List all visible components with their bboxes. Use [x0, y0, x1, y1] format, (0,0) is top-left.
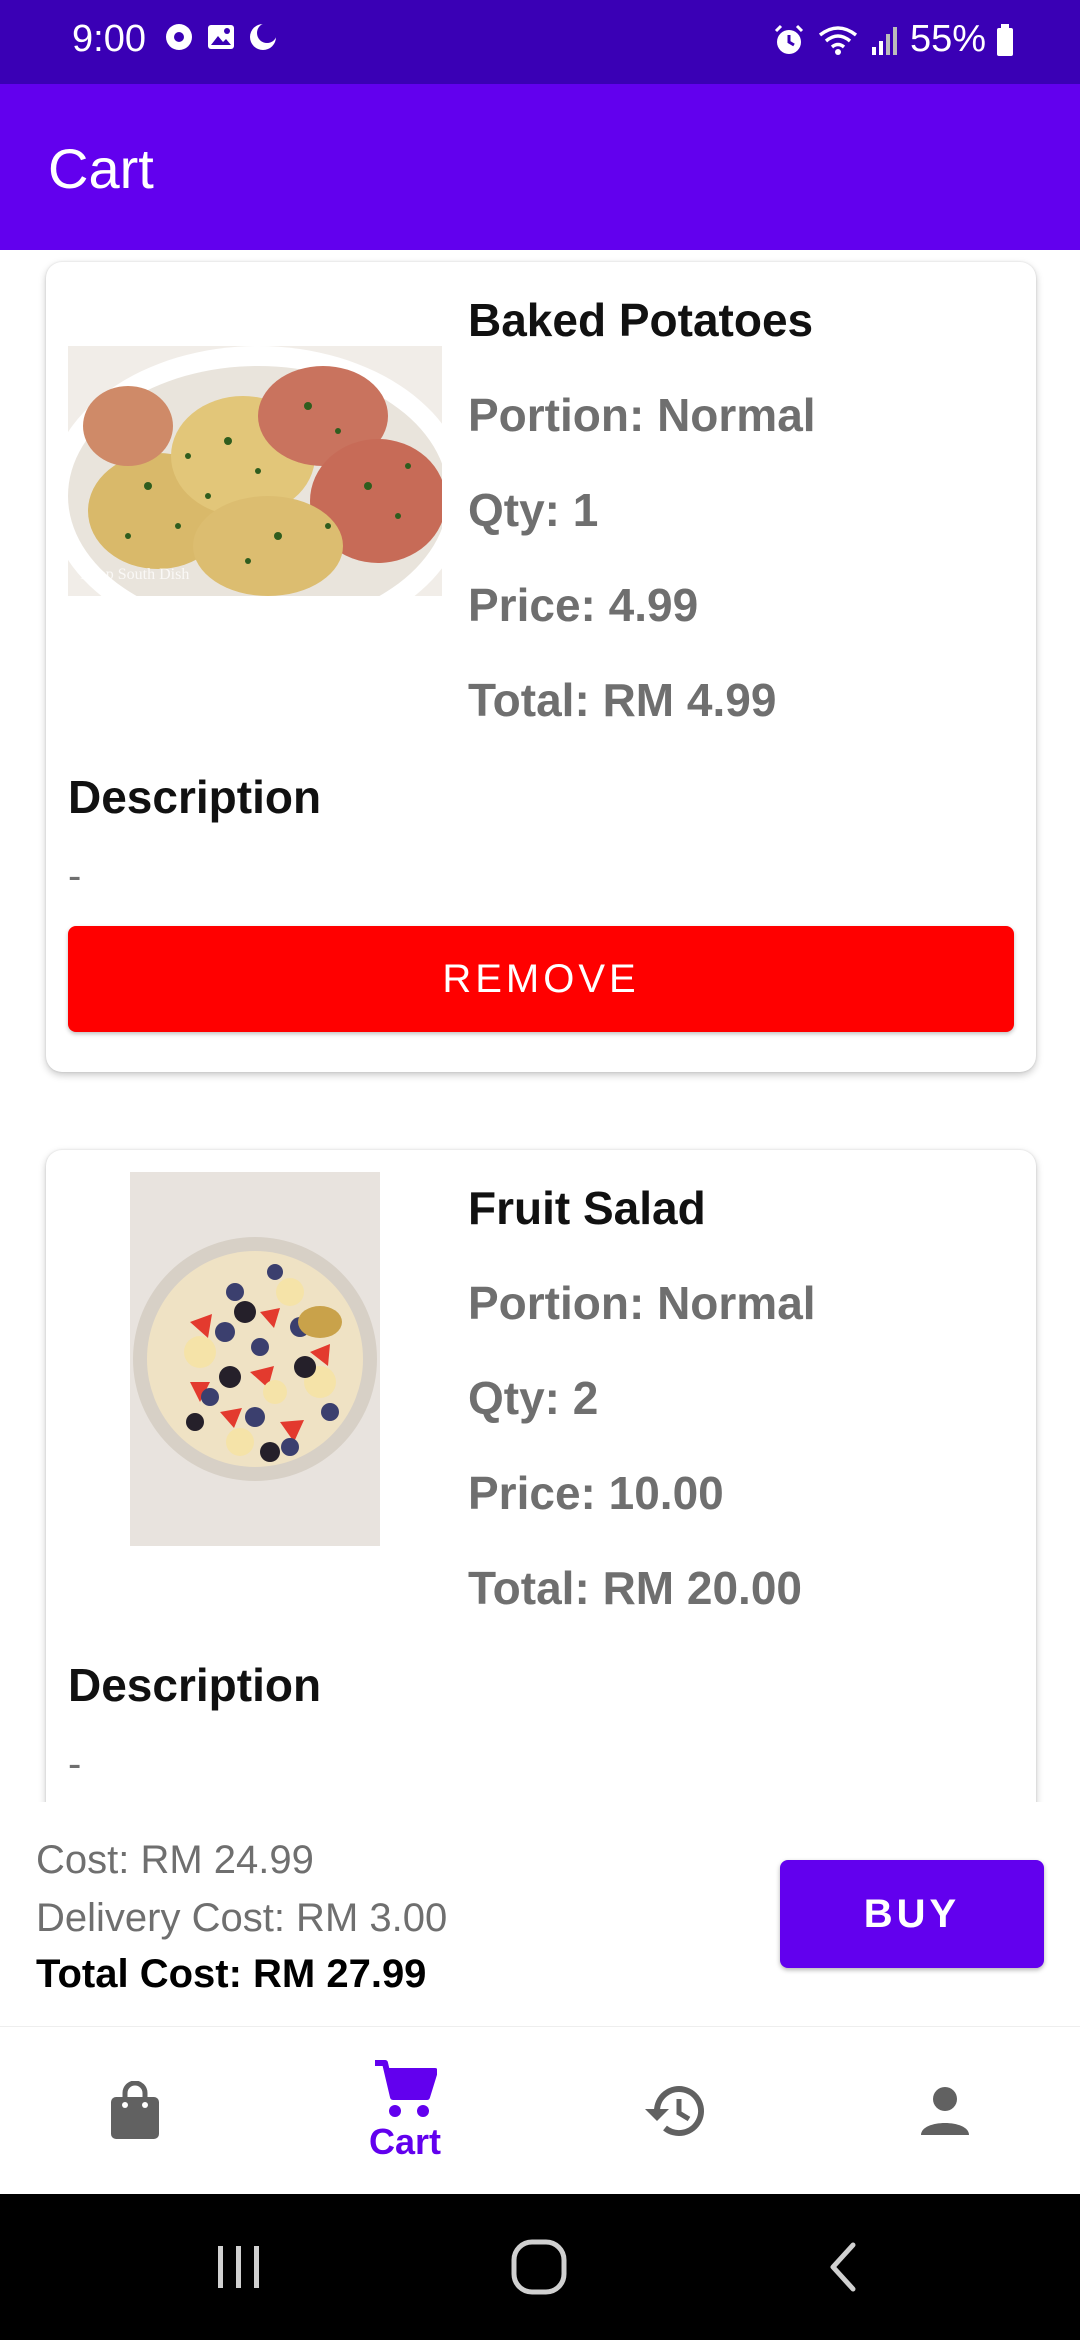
item-info: Fruit Salad Portion: Normal Qty: 2 Price…	[468, 1178, 816, 1653]
cart-item-card: Fruit Salad Portion: Normal Qty: 2 Price…	[46, 1150, 1036, 1802]
buy-button[interactable]: BUY	[780, 1860, 1044, 1968]
nav-item-shop[interactable]	[0, 2027, 270, 2195]
item-qty: Qty: 1	[468, 484, 599, 536]
status-bar: 9:00 55%	[0, 0, 1080, 84]
battery-percent: 55%	[909, 18, 986, 60]
image-watermark: Deep South Dish	[80, 566, 190, 583]
item-portion: Portion: Normal	[468, 1277, 816, 1329]
delivery-cost: Delivery Cost: RM 3.00	[36, 1896, 448, 1940]
baked-potatoes-image: Deep South Dish	[68, 346, 442, 596]
nav-item-history[interactable]	[540, 2027, 810, 2195]
status-time: 9:00	[72, 18, 146, 60]
cart-list[interactable]: Deep South Dish Baked Potatoes Portion: …	[0, 250, 1080, 1802]
nav-item-cart[interactable]: Cart	[270, 2027, 540, 2195]
fruit-salad-image	[130, 1172, 380, 1546]
signal-icon	[871, 26, 897, 55]
subtotal-cost: Cost: RM 24.99	[36, 1838, 314, 1882]
remove-button[interactable]: REMOVE	[68, 926, 1014, 1032]
nav-item-profile[interactable]	[810, 2027, 1080, 2195]
item-name: Baked Potatoes	[468, 294, 814, 346]
cart-item-card: Deep South Dish Baked Potatoes Portion: …	[46, 262, 1036, 1072]
item-qty: Qty: 2	[468, 1372, 599, 1424]
bottom-navigation: Cart	[0, 2026, 1080, 2194]
item-price: Price: 4.99	[468, 579, 699, 631]
system-navigation-bar	[0, 2194, 1080, 2340]
app-bar: Cart	[0, 84, 1080, 250]
cost-summary: Cost: RM 24.99 Delivery Cost: RM 3.00 To…	[0, 1802, 1080, 2026]
recent-apps-button[interactable]	[206, 2234, 272, 2300]
item-price: Price: 10.00	[468, 1467, 724, 1519]
recent-apps-icon	[218, 2246, 259, 2288]
battery-icon	[997, 23, 1013, 56]
person-icon	[921, 2087, 969, 2135]
page-title: Cart	[48, 137, 154, 200]
item-total: Total: RM 4.99	[468, 674, 777, 726]
description-heading: Description	[68, 1659, 322, 1711]
status-system-icons: 55%	[772, 18, 1014, 61]
back-button[interactable]	[810, 2234, 876, 2300]
gallery-icon	[208, 25, 234, 49]
wifi-icon	[818, 25, 858, 55]
item-info: Baked Potatoes Portion: Normal Qty: 1 Pr…	[468, 290, 816, 765]
alarm-icon	[774, 24, 803, 54]
total-cost: Total Cost: RM 27.99	[36, 1952, 427, 1996]
back-icon	[830, 2242, 856, 2292]
item-total: Total: RM 20.00	[468, 1562, 802, 1614]
description-text: -	[68, 854, 82, 898]
app-notification-icon	[166, 24, 192, 50]
history-icon	[645, 2086, 704, 2137]
item-name: Fruit Salad	[468, 1182, 706, 1234]
description-heading: Description	[68, 771, 322, 823]
cart-icon	[375, 2060, 437, 2117]
status-notification-icons	[164, 22, 278, 52]
description-text: -	[68, 1742, 82, 1786]
do-not-disturb-moon-icon	[250, 23, 277, 50]
nav-label-cart: Cart	[368, 2121, 442, 2162]
item-portion: Portion: Normal	[468, 389, 816, 441]
shopping-bag-icon	[111, 2081, 159, 2139]
home-button[interactable]	[506, 2234, 572, 2300]
home-icon	[511, 2239, 567, 2295]
